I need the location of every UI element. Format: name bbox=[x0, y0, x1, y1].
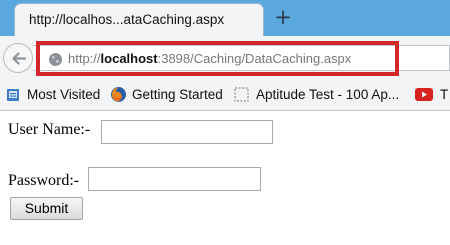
bookmark-aptitude-test[interactable]: Aptitude Test - 100 Ap... bbox=[256, 87, 399, 102]
back-button[interactable] bbox=[3, 43, 33, 73]
bookmark-t[interactable]: T bbox=[440, 87, 448, 102]
username-label: User Name:- bbox=[8, 121, 91, 138]
active-tab[interactable]: http://localhos...ataCaching.aspx bbox=[14, 3, 264, 36]
bookmark-getting-started[interactable]: Getting Started bbox=[132, 87, 223, 102]
new-tab-button[interactable]: + bbox=[272, 4, 294, 30]
tab-strip: http://localhos...ataCaching.aspx + bbox=[0, 0, 450, 36]
username-input[interactable] bbox=[101, 120, 273, 144]
password-label: Password:- bbox=[8, 172, 80, 189]
page-placeholder-icon bbox=[234, 87, 249, 102]
page-content: User Name:- Password:- Submit bbox=[0, 111, 450, 245]
firefox-icon bbox=[111, 87, 126, 102]
password-input[interactable] bbox=[88, 167, 261, 191]
bookmark-most-visited[interactable]: Most Visited bbox=[27, 87, 100, 102]
youtube-icon bbox=[415, 88, 433, 101]
back-arrow-icon bbox=[12, 52, 27, 65]
bookmarks-folder-icon bbox=[7, 89, 19, 101]
url-highlight-box bbox=[36, 41, 399, 76]
tab-title: http://localhos...ataCaching.aspx bbox=[29, 12, 225, 27]
submit-button[interactable]: Submit bbox=[10, 197, 83, 220]
bookmarks-toolbar: Most Visited Getting Started Aptitude Te… bbox=[0, 79, 450, 111]
